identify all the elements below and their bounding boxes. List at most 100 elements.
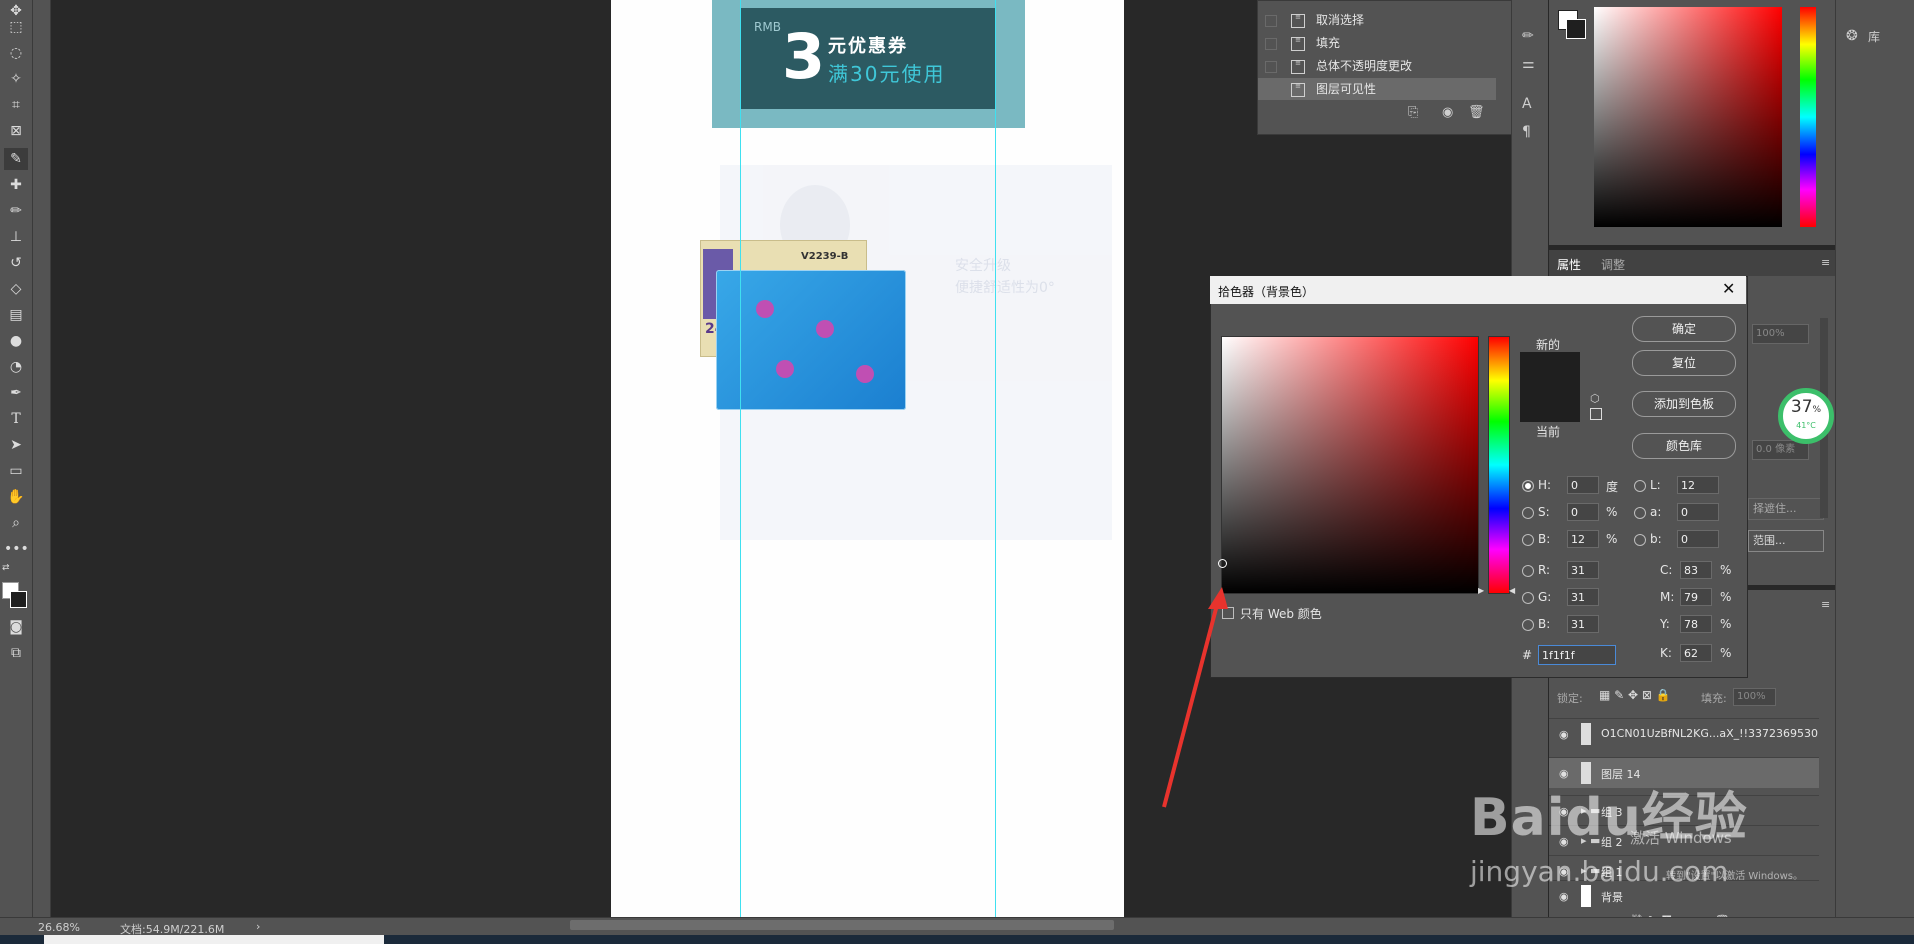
y-input[interactable]: 78 [1680, 615, 1712, 633]
s-radio[interactable] [1522, 507, 1534, 519]
add-to-swatches-button[interactable]: 添加到色板 [1632, 391, 1736, 417]
guide-line[interactable] [995, 0, 996, 917]
color-range-button[interactable]: 范围... [1748, 530, 1824, 552]
tab-properties[interactable]: 属性 [1557, 256, 1581, 273]
color-field[interactable] [1218, 336, 1479, 594]
history-item[interactable]: ≡ 取消选择 [1258, 9, 1496, 31]
color-hue-slider[interactable] [1800, 7, 1816, 227]
hand-tool-icon[interactable]: ✋ [4, 486, 28, 508]
tab-adjustments[interactable]: 调整 [1601, 256, 1625, 273]
out-of-gamut-cube-icon[interactable]: ⬡ [1590, 392, 1600, 405]
ok-button[interactable]: 确定 [1632, 316, 1736, 342]
color-field-cursor[interactable] [1218, 559, 1227, 568]
panel-menu-icon[interactable]: ≡ [1821, 598, 1830, 611]
g-radio[interactable] [1522, 592, 1534, 604]
gradient-tool-icon[interactable]: ▤ [4, 304, 28, 326]
adjustments-icon[interactable]: ⚌ [1522, 56, 1535, 72]
swap-colors-icon[interactable]: ⇄ [2, 563, 30, 575]
faded-text-line1: 安全升级 [955, 258, 1011, 274]
type-tool-icon[interactable]: T [4, 408, 28, 430]
pen-tool-icon[interactable]: ✒ [4, 382, 28, 404]
blue-radio[interactable] [1522, 619, 1534, 631]
history-item[interactable]: ≡ 总体不透明度更改 [1258, 55, 1496, 77]
history-checkbox[interactable] [1265, 61, 1277, 73]
history-brush-tool-icon[interactable]: ↺ [4, 252, 28, 274]
clone-stamp-tool-icon[interactable]: ⊥ [4, 226, 28, 248]
background-color-swatch[interactable] [10, 591, 27, 608]
path-selection-tool-icon[interactable]: ➤ [4, 434, 28, 456]
guide-line[interactable] [740, 0, 741, 917]
c-input[interactable]: 83 [1680, 561, 1712, 579]
brush-tool-icon[interactable]: ✏ [4, 200, 28, 222]
h-radio[interactable] [1522, 480, 1534, 492]
frame-tool-icon[interactable]: ⊠ [4, 120, 28, 142]
layer-row[interactable]: ◉ O1CN01UzBfNL2KG...aX_!!3372369530 [1549, 718, 1819, 749]
web-safe-swatch-icon[interactable] [1590, 408, 1602, 420]
fill-field[interactable]: 100% [1733, 688, 1776, 706]
close-icon[interactable]: ✕ [1722, 279, 1735, 298]
density-field[interactable]: 100% [1752, 324, 1809, 344]
history-checkbox[interactable] [1265, 15, 1277, 27]
dodge-tool-icon[interactable]: ◔ [4, 356, 28, 378]
color-libraries-button[interactable]: 颜色库 [1632, 433, 1736, 459]
eraser-tool-icon[interactable]: ◇ [4, 278, 28, 300]
character-panel-icon[interactable]: A [1522, 96, 1532, 112]
brush-settings-icon[interactable]: ✏ [1522, 28, 1534, 44]
marquee-tool-icon[interactable]: ⬚ [4, 16, 28, 38]
k-input[interactable]: 62 [1680, 644, 1712, 662]
l-input[interactable]: 12 [1677, 476, 1719, 494]
g-input[interactable]: 31 [1567, 588, 1599, 606]
blue-input[interactable]: 31 [1567, 615, 1599, 633]
l-radio[interactable] [1634, 480, 1646, 492]
hex-input[interactable]: 1f1f1f [1538, 645, 1616, 665]
zoom-level[interactable]: 26.68% [38, 921, 80, 934]
brightness-radio[interactable] [1522, 534, 1534, 546]
magic-wand-tool-icon[interactable]: ✧ [4, 68, 28, 90]
dialog-titlebar[interactable]: 拾色器（背景色） ✕ [1210, 276, 1746, 304]
color-saturation-field[interactable] [1594, 7, 1782, 227]
libraries-icon[interactable]: ❂ [1846, 28, 1858, 44]
a-radio[interactable] [1634, 507, 1646, 519]
history-item[interactable]: ≡ 填充 [1258, 32, 1496, 54]
panel-menu-icon[interactable]: ≡ [1821, 256, 1830, 269]
hue-slider-handle-right[interactable]: ◀ [1509, 586, 1515, 595]
healing-brush-tool-icon[interactable]: ✚ [4, 174, 28, 196]
s-input[interactable]: 0 [1567, 503, 1599, 521]
select-and-mask-button[interactable]: 择遮住... [1748, 498, 1824, 520]
lasso-tool-icon[interactable]: ◌ [4, 42, 28, 64]
h-input[interactable]: 0 [1567, 476, 1599, 494]
hue-slider[interactable] [1488, 336, 1510, 594]
trash-icon[interactable]: 🗑 [1468, 105, 1485, 120]
zoom-tool-icon[interactable]: ⌕ [4, 512, 28, 534]
screen-mode-icon[interactable]: ⧉ [4, 642, 28, 664]
taskbar-search-box[interactable] [44, 935, 384, 944]
blur-tool-icon[interactable]: ● [4, 330, 28, 352]
history-checkbox[interactable] [1265, 84, 1277, 96]
background-color-swatch[interactable] [1566, 19, 1586, 39]
a-input[interactable]: 0 [1677, 503, 1719, 521]
libraries-label[interactable]: 库 [1868, 28, 1880, 45]
new-document-from-state-icon[interactable]: ⎘ [1408, 105, 1418, 120]
status-expand-icon[interactable]: › [256, 920, 260, 933]
crop-tool-icon[interactable]: ⌗ [4, 94, 28, 116]
hue-slider-handle-left[interactable]: ▶ [1478, 586, 1484, 595]
history-checkbox[interactable] [1265, 38, 1277, 50]
r-radio[interactable] [1522, 565, 1534, 577]
reset-button[interactable]: 复位 [1632, 350, 1736, 376]
b-lab-radio[interactable] [1634, 534, 1646, 546]
lock-icons[interactable]: ▦ ✎ ✥ ⊠ 🔒 [1599, 688, 1671, 702]
rectangle-tool-icon[interactable]: ▭ [4, 460, 28, 482]
current-color-swatch[interactable] [1520, 387, 1580, 422]
eye-icon[interactable]: ◉ [1559, 728, 1569, 741]
eyedropper-tool-icon[interactable]: ✎ [4, 148, 28, 170]
paragraph-panel-icon[interactable]: ¶ [1522, 124, 1531, 140]
snapshot-camera-icon[interactable]: ◉ [1442, 105, 1453, 120]
b-lab-input[interactable]: 0 [1677, 530, 1719, 548]
more-tools-icon[interactable]: ••• [4, 538, 29, 560]
r-input[interactable]: 31 [1567, 561, 1599, 579]
horizontal-scrollbar[interactable] [570, 920, 1114, 930]
m-input[interactable]: 79 [1680, 588, 1712, 606]
history-item-selected[interactable]: ≡ 图层可见性 [1258, 78, 1496, 100]
brightness-input[interactable]: 12 [1567, 530, 1599, 548]
quick-mask-icon[interactable]: ◙ [4, 616, 28, 638]
